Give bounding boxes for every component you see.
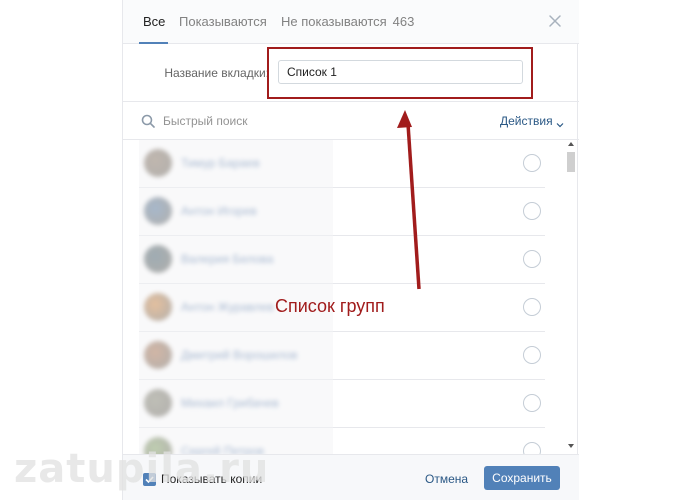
search-input[interactable] xyxy=(163,111,423,131)
scroll-down-icon[interactable] xyxy=(568,444,574,448)
avatar xyxy=(144,197,172,225)
avatar xyxy=(144,341,172,369)
list-item[interactable]: Михаил Грибачев xyxy=(139,380,545,428)
avatar xyxy=(144,149,172,177)
show-copies-checkbox[interactable] xyxy=(143,473,156,486)
friend-name: Дмитрий Ворошилов xyxy=(181,348,298,362)
friend-name: Валерия Белова xyxy=(181,252,274,266)
list-item[interactable]: Тимур Бараев xyxy=(139,140,545,188)
friend-name: Антон Игорев xyxy=(181,204,257,218)
search-icon xyxy=(141,114,155,128)
search-row: Действия xyxy=(123,102,579,140)
avatar xyxy=(144,293,172,321)
save-button[interactable]: Сохранить xyxy=(484,466,560,490)
tab-name-row: Название вкладки: xyxy=(123,44,579,102)
tab-bar: Все Показываются Не показываются 463 xyxy=(123,0,579,44)
select-radio[interactable] xyxy=(523,250,541,268)
actions-dropdown[interactable]: Действия xyxy=(500,114,564,128)
select-radio[interactable] xyxy=(523,346,541,364)
scroll-up-icon[interactable] xyxy=(568,142,574,146)
tab-shown[interactable]: Показываются xyxy=(179,14,267,29)
avatar xyxy=(144,245,172,273)
tab-all[interactable]: Все xyxy=(143,14,165,29)
chevron-down-icon xyxy=(556,118,564,128)
friend-name: Антон Журавлев xyxy=(181,300,274,314)
tab-hidden-count: 463 xyxy=(392,14,415,29)
avatar xyxy=(144,437,172,454)
annotation-highlight-box xyxy=(267,47,533,99)
scrollbar[interactable] xyxy=(565,140,577,454)
actions-label: Действия xyxy=(500,114,553,128)
friend-name: Сергей Петров xyxy=(181,444,264,454)
friend-name: Тимур Бараев xyxy=(181,156,260,170)
list-item[interactable]: Антон Игорев xyxy=(139,188,545,236)
scroll-thumb[interactable] xyxy=(567,152,575,172)
tab-hidden-label: Не показываются xyxy=(281,14,387,29)
tab-hidden[interactable]: Не показываются 463 xyxy=(281,14,414,29)
select-radio[interactable] xyxy=(523,442,541,454)
select-radio[interactable] xyxy=(523,394,541,412)
list-item[interactable]: Сергей Петров xyxy=(139,428,545,454)
show-copies-label[interactable]: Показывать копии xyxy=(161,472,262,486)
cancel-button[interactable]: Отмена xyxy=(425,472,468,486)
list-settings-modal: Все Показываются Не показываются 463 Назв… xyxy=(122,0,579,500)
friend-name: Михаил Грибачев xyxy=(181,396,279,410)
close-icon[interactable] xyxy=(543,9,567,33)
annotation-label: Список групп xyxy=(275,296,385,316)
footer: Показывать копии Отмена Сохранить xyxy=(123,454,579,500)
avatar xyxy=(144,389,172,417)
list-item[interactable]: Дмитрий Ворошилов xyxy=(139,332,545,380)
tab-name-label: Название вкладки: xyxy=(164,66,269,80)
select-radio[interactable] xyxy=(523,202,541,220)
list-item[interactable]: Валерия Белова xyxy=(139,236,545,284)
select-radio[interactable] xyxy=(523,154,541,172)
select-radio[interactable] xyxy=(523,298,541,316)
